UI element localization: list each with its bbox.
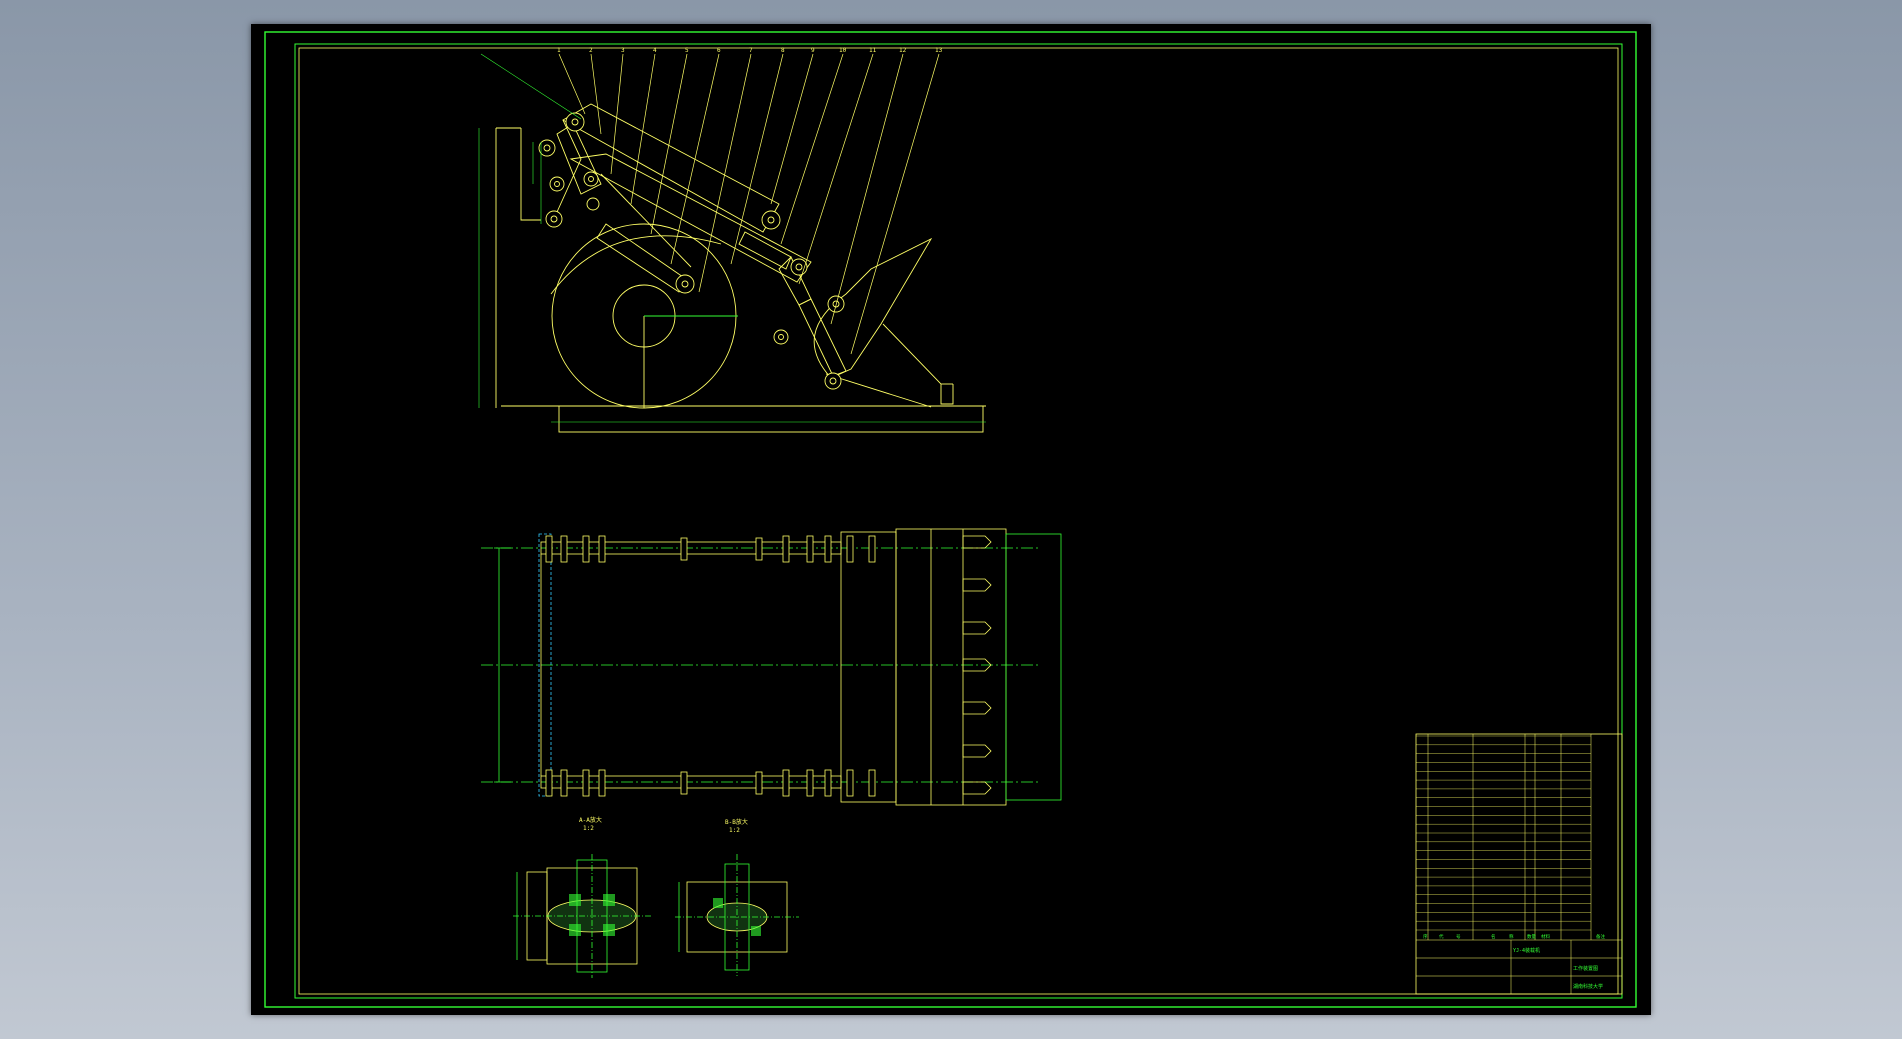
- tb-assembly-title: 工作装置图: [1573, 965, 1598, 972]
- section-left: [513, 854, 651, 978]
- tb-header-2: 号: [1456, 934, 1461, 940]
- section-left-scale: 1:2: [583, 825, 594, 832]
- tb-header-3: 名: [1491, 933, 1496, 940]
- balloon-9: 9: [811, 47, 815, 54]
- leader-lines: [558, 53, 940, 355]
- tb-drawing-title: YJ-4装载机: [1513, 947, 1540, 954]
- sheet-frame: [264, 31, 1637, 1008]
- title-block: 序 代 号 名 称 数量 材料 备注 YJ-4装载机 工作装置图 湖南科技大学: [1415, 733, 1623, 995]
- balloon-5: 5: [685, 47, 689, 54]
- plan-view: [481, 528, 1062, 806]
- side-dimensions: [478, 53, 986, 423]
- tb-header-6: 材料: [1541, 933, 1550, 940]
- balloon-3: 3: [621, 47, 625, 54]
- balloon-13: 13: [935, 47, 943, 54]
- balloon-2: 2: [589, 47, 593, 54]
- balloon-7: 7: [749, 47, 753, 54]
- section-right: [675, 854, 799, 976]
- pin-clusters-bottom: [545, 769, 876, 797]
- tb-school: 湖南科技大学: [1573, 983, 1603, 990]
- side-view: [478, 53, 986, 433]
- balloon-6: 6: [717, 47, 721, 54]
- section-right-scale: 1:2: [729, 827, 740, 834]
- section-right-label: B-B放大: [725, 818, 748, 826]
- tb-header-0: 序: [1423, 933, 1428, 940]
- balloon-12: 12: [899, 47, 907, 54]
- balloon-1: 1: [557, 47, 561, 54]
- pins: [538, 112, 845, 390]
- tb-header-5: 数量: [1527, 933, 1536, 940]
- base-plate: [558, 405, 984, 433]
- parts-list-rows: [1416, 735, 1591, 931]
- boom-arm: [562, 103, 780, 233]
- balloon-11: 11: [869, 47, 877, 54]
- balloon-10: 10: [839, 47, 847, 54]
- balloon-8: 8: [781, 47, 785, 54]
- section-left-label: A-A放大: [579, 816, 602, 824]
- tb-header-1: 代: [1439, 933, 1444, 940]
- cad-viewport[interactable]: 1 2 3 4 5 6 7 8 9 10 11 12 13 A-A放大 1:2 …: [251, 24, 1651, 1015]
- tb-header-4: 称: [1509, 933, 1514, 940]
- tb-header-7: 备注: [1596, 933, 1605, 940]
- cad-drawing-canvas: 1 2 3 4 5 6 7 8 9 10 11 12 13 A-A放大 1:2 …: [264, 31, 1637, 1008]
- section-labels: A-A放大 1:2 B-B放大 1:2: [579, 816, 748, 834]
- pin-clusters-top: [545, 535, 876, 563]
- balloon-4: 4: [653, 47, 657, 54]
